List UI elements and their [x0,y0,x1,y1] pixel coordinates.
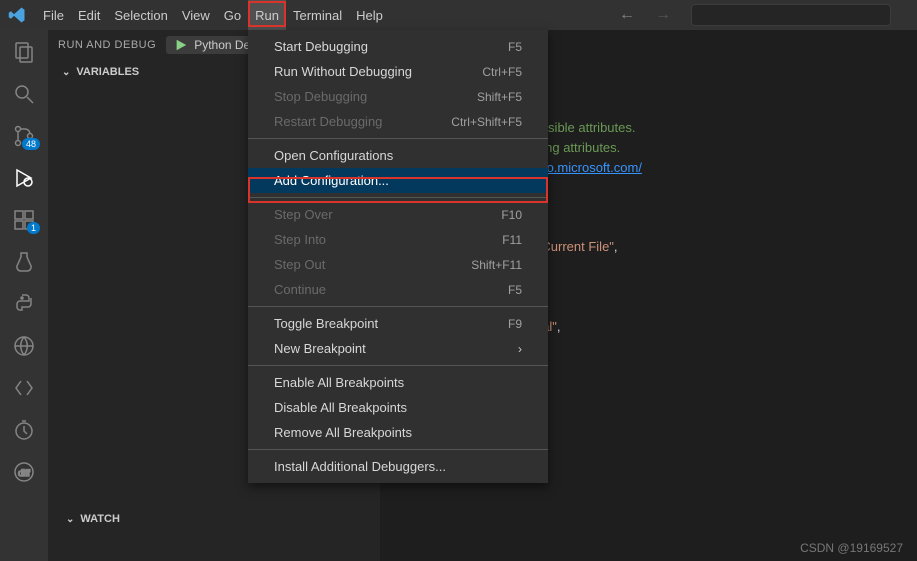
menu-item-disable-all-breakpoints[interactable]: Disable All Breakpoints [248,395,548,420]
svg-text:diff: diff [18,468,30,478]
activity-bar: 48 1 diff [0,30,48,561]
menu-item-remove-all-breakpoints[interactable]: Remove All Breakpoints [248,420,548,445]
menu-item-start-debugging[interactable]: Start DebuggingF5 [248,34,548,59]
menu-item-step-out: Step OutShift+F11 [248,252,548,277]
python-icon[interactable] [12,292,36,316]
chevron-down-icon: ⌄ [62,67,70,78]
menu-view[interactable]: View [175,0,217,30]
nav-back-icon[interactable]: ← [619,6,635,24]
menu-item-restart-debugging: Restart DebuggingCtrl+Shift+F5 [248,109,548,134]
menu-item-enable-all-breakpoints[interactable]: Enable All Breakpoints [248,370,548,395]
menu-selection[interactable]: Selection [107,0,174,30]
menu-separator [248,138,548,139]
explorer-icon[interactable] [12,40,36,64]
menu-item-add-configuration[interactable]: Add Configuration... [248,168,548,193]
search-icon[interactable] [12,82,36,106]
testing-icon[interactable] [12,250,36,274]
sidebar-title: RUN AND DEBUG [58,39,156,51]
menu-item-step-over: Step OverF10 [248,202,548,227]
menu-file[interactable]: File [36,0,71,30]
watermark-text: CSDN @19169527 [800,541,903,555]
timer-icon[interactable] [12,418,36,442]
menu-run[interactable]: Run [248,0,286,30]
ext-badge: 1 [27,222,40,234]
run-debug-icon[interactable] [12,166,36,190]
diff-icon[interactable]: diff [12,460,36,484]
menu-bar: File Edit Selection View Go Run Terminal… [0,0,917,30]
menu-separator [248,365,548,366]
vscode-logo-icon [8,6,26,24]
run-target-label: Python De [194,38,250,52]
menu-separator [248,306,548,307]
nav-forward-icon[interactable]: → [655,6,671,24]
menu-item-run-without-debugging[interactable]: Run Without DebuggingCtrl+F5 [248,59,548,84]
menu-item-step-into: Step IntoF11 [248,227,548,252]
menu-separator [248,197,548,198]
menu-item-stop-debugging: Stop DebuggingShift+F5 [248,84,548,109]
menu-go[interactable]: Go [217,0,248,30]
menu-item-open-configurations[interactable]: Open Configurations [248,143,548,168]
menu-help[interactable]: Help [349,0,390,30]
extensions-icon[interactable]: 1 [12,208,36,232]
menu-item-new-breakpoint[interactable]: New Breakpoint› [248,336,548,361]
menu-item-continue: ContinueF5 [248,277,548,302]
menu-item-toggle-breakpoint[interactable]: Toggle BreakpointF9 [248,311,548,336]
menu-edit[interactable]: Edit [71,0,107,30]
chevron-down-icon: ⌄ [66,514,74,525]
nav-history: ← → [619,4,917,26]
scm-badge: 48 [22,138,40,150]
watch-section-header[interactable]: ⌄ WATCH [52,507,134,531]
start-debug-button[interactable]: Python De [166,36,258,54]
command-center-input[interactable] [691,4,891,26]
remote-icon[interactable] [12,334,36,358]
menu-terminal[interactable]: Terminal [286,0,349,30]
source-control-icon[interactable]: 48 [12,124,36,148]
run-menu-dropdown: Start DebuggingF5Run Without DebuggingCt… [248,30,548,483]
menu-item-install-additional-debuggers[interactable]: Install Additional Debuggers... [248,454,548,479]
database-icon[interactable] [12,376,36,400]
menu-separator [248,449,548,450]
